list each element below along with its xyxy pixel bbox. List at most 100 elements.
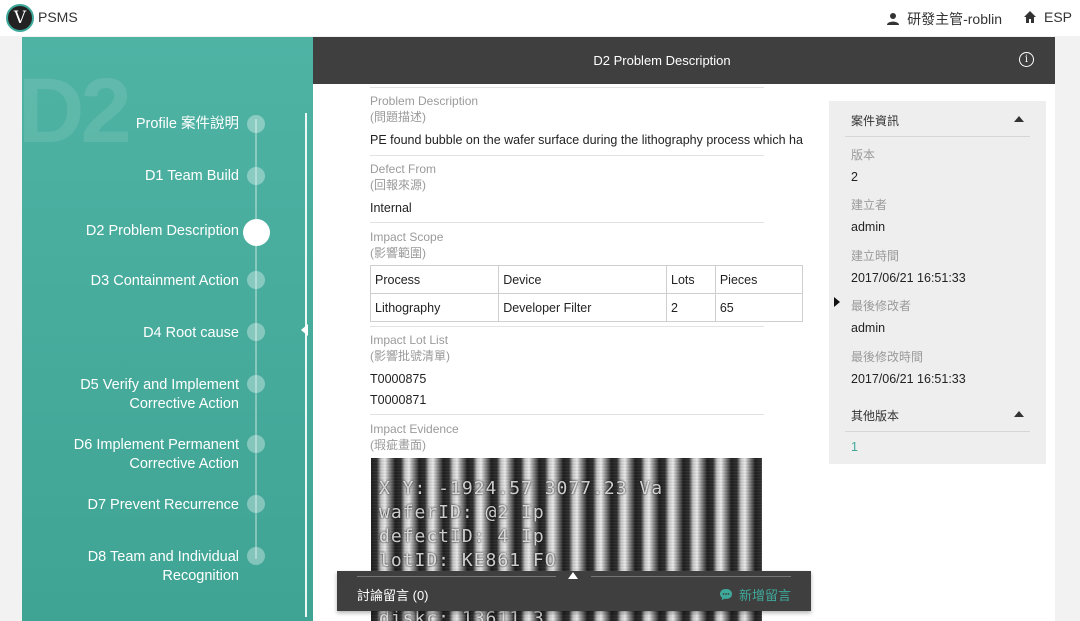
- divider: [845, 136, 1030, 137]
- step-d7[interactable]: D7 Prevent Recurrence: [87, 496, 239, 515]
- lot-list-label-zh: (影響批號清單): [370, 349, 450, 363]
- step-dot[interactable]: [247, 375, 265, 393]
- table-header: Process: [369, 265, 500, 294]
- table-header: Pieces: [714, 265, 803, 294]
- created-time-label: 建立時間: [851, 249, 900, 263]
- step-label: Team and Individual: [110, 549, 239, 565]
- case-info-panel: 案件資訊 版本 2 建立者 admin 建立時間 2017/06/21 16:5…: [829, 101, 1046, 464]
- language-switch[interactable]: ESP: [1023, 9, 1072, 25]
- evidence-label-zh: (瑕疵畫面): [370, 438, 426, 452]
- lot-list-label: Impact Lot List: [370, 333, 449, 347]
- step-dot-active[interactable]: [243, 219, 270, 246]
- step-code: D7: [87, 497, 107, 513]
- table-cell: 2: [666, 293, 716, 322]
- version-label: 版本: [851, 148, 876, 162]
- home-icon: [1023, 11, 1036, 23]
- evidence-label: Impact Evidence: [370, 422, 459, 436]
- logo-letter: V: [13, 8, 27, 28]
- other-versions-title[interactable]: 其他版本: [851, 407, 899, 424]
- step-label-line2: Recognition: [162, 568, 239, 584]
- step-profile[interactable]: Profile 案件說明: [136, 115, 239, 134]
- step-d4[interactable]: D4 Root cause: [143, 324, 239, 343]
- version-link[interactable]: 1: [851, 440, 858, 454]
- app-logo[interactable]: V: [6, 4, 34, 32]
- step-d5[interactable]: D5 Verify and Implement Corrective Action: [80, 376, 239, 414]
- step-label: Team Build: [167, 168, 239, 184]
- step-label: Verify and Implement: [102, 377, 239, 393]
- table-cell: 65: [714, 293, 803, 322]
- step-code: D6: [73, 437, 93, 453]
- step-code: D5: [80, 377, 99, 393]
- step-code: D4: [143, 325, 162, 341]
- modifier-label: 最後修改者: [851, 299, 912, 313]
- modifier-value: admin: [851, 321, 886, 335]
- step-label: Prevent Recurrence: [110, 497, 239, 513]
- table-header: Lots: [666, 265, 716, 294]
- divider: [591, 576, 791, 577]
- top-bar: V PSMS 研發主管-roblin ESP: [0, 0, 1080, 36]
- collapse-sidebar-icon[interactable]: [301, 324, 308, 336]
- table-header: Device: [498, 265, 667, 294]
- chat-icon: [719, 589, 732, 601]
- step-watermark: D2: [22, 60, 132, 162]
- step-dot[interactable]: [247, 115, 265, 133]
- image-overlay-text: waferID: @2 Ip: [379, 502, 545, 523]
- comment-bar: 討論留言 (0) 新增留言: [337, 571, 811, 611]
- step-d2[interactable]: D2 Problem Description: [86, 222, 239, 241]
- step-label-line2: Corrective Action: [129, 396, 239, 412]
- step-d8[interactable]: D8 Team and Individual Recognition: [88, 548, 239, 586]
- divider: [845, 431, 1030, 432]
- step-label-line2: Corrective Action: [129, 456, 239, 472]
- modified-time-value: 2017/06/21 16:51:33: [851, 372, 966, 386]
- step-code: D8: [87, 549, 107, 565]
- step-label: Problem Description: [108, 223, 239, 239]
- step-code: D1: [144, 168, 164, 184]
- comments-count[interactable]: 討論留言 (0): [357, 585, 429, 604]
- step-code: D3: [90, 273, 110, 289]
- modified-time-label: 最後修改時間: [851, 350, 924, 364]
- expand-comments-icon[interactable]: [568, 572, 578, 579]
- step-label: Containment Action: [113, 273, 239, 289]
- step-dot[interactable]: [247, 435, 265, 453]
- app-name[interactable]: PSMS: [38, 9, 78, 25]
- step-d3[interactable]: D3 Containment Action: [91, 272, 239, 291]
- cursor-pointer-icon: [834, 297, 840, 307]
- created-time-value: 2017/06/21 16:51:33: [851, 271, 966, 285]
- creator-value: admin: [851, 220, 886, 234]
- collapse-caret-icon[interactable]: [1014, 116, 1024, 122]
- version-value: 2: [851, 170, 858, 184]
- step-dot[interactable]: [247, 495, 265, 513]
- table-header-row: Process Device Lots Pieces: [369, 265, 803, 294]
- content-header: D2 Problem Description i: [313, 37, 1055, 84]
- step-dot[interactable]: [247, 167, 265, 185]
- step-d6[interactable]: D6 Implement Permanent Corrective Action: [74, 436, 239, 474]
- divider: [370, 414, 764, 415]
- table-cell: Lithography: [369, 293, 500, 322]
- info-icon[interactable]: i: [1019, 52, 1034, 67]
- step-label: Implement Permanent: [96, 437, 239, 453]
- sidebar-divider: [305, 113, 307, 617]
- step-label: Root cause: [165, 325, 239, 341]
- collapse-caret-icon[interactable]: [1014, 411, 1024, 417]
- step-dot[interactable]: [247, 271, 265, 289]
- add-comment-label: 新增留言: [738, 588, 791, 603]
- user-menu[interactable]: 研發主管-roblin: [886, 9, 1002, 29]
- table-row: Lithography Developer Filter 2 65: [369, 293, 803, 322]
- creator-label: 建立者: [851, 198, 888, 212]
- step-d1[interactable]: D1 Team Build: [145, 167, 239, 186]
- table-cell: Developer Filter: [498, 293, 667, 322]
- lot-item: T0000871: [370, 393, 427, 407]
- add-comment-button[interactable]: 新增留言: [719, 585, 791, 604]
- step-dot[interactable]: [247, 323, 265, 341]
- divider: [370, 326, 764, 327]
- divider: [357, 576, 556, 577]
- lot-item: T0000875: [370, 372, 427, 386]
- page-title: D2 Problem Description: [593, 53, 731, 68]
- image-overlay-text: X Y: -1924.57 3077.23 Va: [379, 478, 664, 499]
- step-code: D2: [85, 223, 105, 239]
- step-dot[interactable]: [247, 547, 265, 565]
- panel-title[interactable]: 案件資訊: [851, 112, 899, 129]
- language-label: ESP: [1043, 9, 1072, 25]
- user-name: 研發主管-roblin: [907, 11, 1002, 27]
- image-overlay-text: defectID: 4 Ip: [379, 526, 545, 547]
